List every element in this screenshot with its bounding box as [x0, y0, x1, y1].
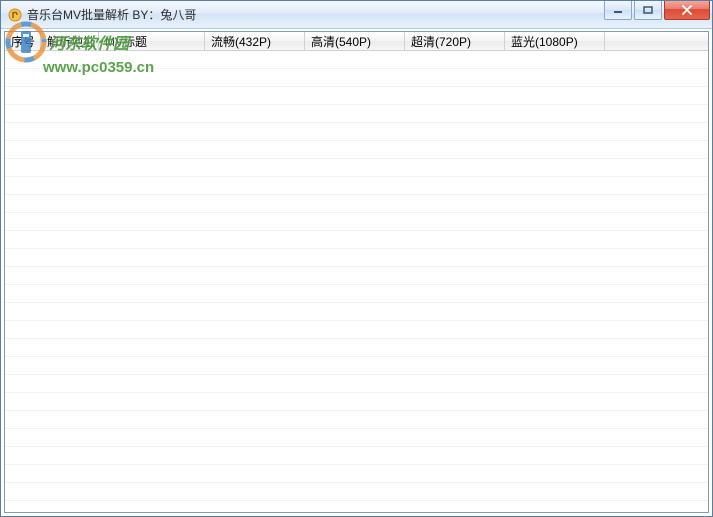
column-header-title[interactable]: MV标题	[99, 32, 205, 50]
column-header-spacer	[605, 32, 708, 50]
column-header-540p[interactable]: 高清(540P)	[305, 32, 405, 50]
column-header-index[interactable]: 序号	[5, 32, 41, 50]
window-title: 音乐台MV批量解析 BY：兔八哥	[27, 6, 196, 23]
column-header-1080p[interactable]: 蓝光(1080P)	[505, 32, 605, 50]
column-header-url[interactable]: 解析地址	[41, 32, 99, 50]
application-window: 音乐台MV批量解析 BY：兔八哥 序号 解析地址 MV标题 流畅(432P) 高…	[0, 0, 713, 517]
titlebar[interactable]: 音乐台MV批量解析 BY：兔八哥	[1, 1, 712, 29]
minimize-button[interactable]	[604, 1, 632, 20]
app-icon	[7, 7, 23, 23]
maximize-button[interactable]	[634, 1, 662, 20]
column-header-720p[interactable]: 超清(720P)	[405, 32, 505, 50]
listview-body[interactable]	[5, 51, 708, 512]
listview[interactable]: 序号 解析地址 MV标题 流畅(432P) 高清(540P) 超清(720P) …	[4, 31, 709, 513]
column-header-row: 序号 解析地址 MV标题 流畅(432P) 高清(540P) 超清(720P) …	[5, 32, 708, 51]
close-button[interactable]	[664, 1, 710, 20]
column-header-432p[interactable]: 流畅(432P)	[205, 32, 305, 50]
window-controls	[604, 1, 710, 21]
